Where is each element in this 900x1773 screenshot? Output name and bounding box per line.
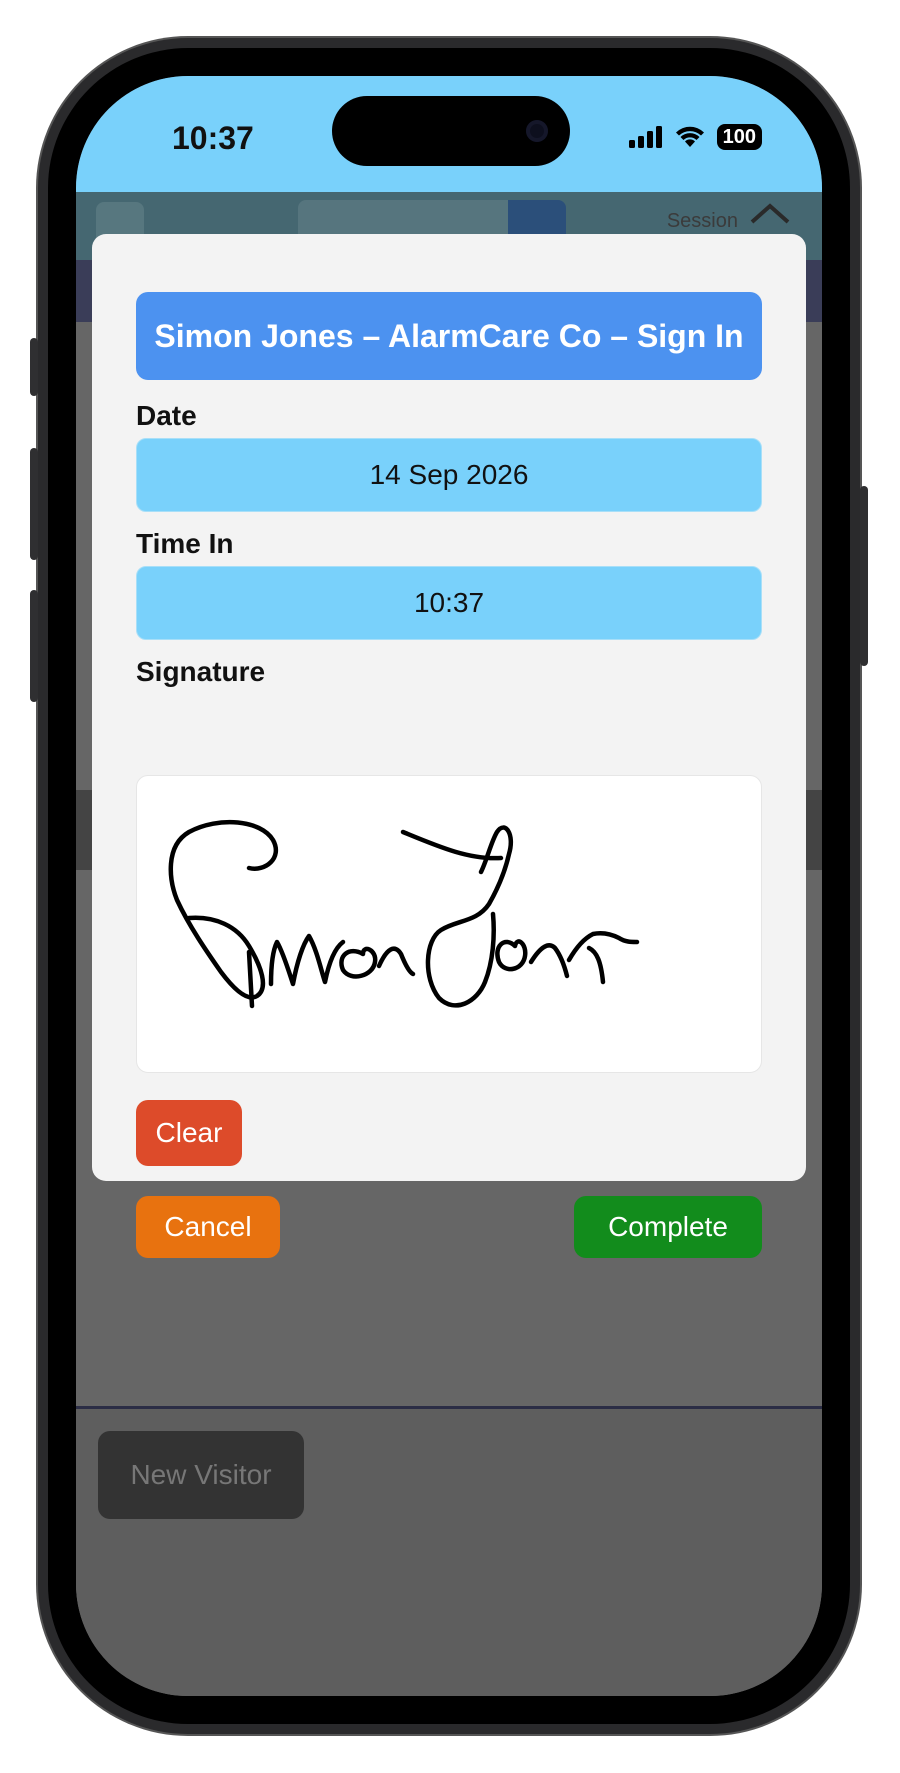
cellular-signal-icon bbox=[628, 126, 662, 148]
status-icons: 100 bbox=[628, 124, 762, 150]
screen: 10:37 100 Session New Visitor Simon Jone… bbox=[76, 76, 822, 1696]
dynamic-island bbox=[332, 96, 570, 166]
volume-up-button bbox=[30, 448, 38, 560]
battery-icon: 100 bbox=[716, 124, 762, 150]
wifi-icon bbox=[675, 126, 704, 147]
status-bar: 10:37 100 bbox=[76, 76, 822, 192]
signature-pad[interactable] bbox=[136, 775, 762, 1073]
phone-frame: 10:37 100 Session New Visitor Simon Jone… bbox=[30, 38, 868, 1734]
new-visitor-button: New Visitor bbox=[98, 1431, 304, 1519]
sign-in-modal: Simon Jones – AlarmCare Co – Sign In Dat… bbox=[92, 234, 806, 1258]
volume-down-button bbox=[30, 590, 38, 702]
complete-button[interactable]: Complete bbox=[574, 1196, 762, 1258]
date-label: Date bbox=[136, 400, 197, 431]
session-label: Session bbox=[666, 210, 738, 232]
camera-icon bbox=[526, 120, 548, 142]
date-field[interactable]: 14 Sep 2026 bbox=[136, 438, 762, 512]
cancel-button[interactable]: Cancel bbox=[136, 1196, 280, 1258]
time-in-field[interactable]: 10:37 bbox=[136, 566, 762, 640]
time-in-label: Time In bbox=[136, 528, 234, 559]
action-button bbox=[30, 338, 38, 396]
clear-button[interactable]: Clear bbox=[136, 1100, 242, 1166]
modal-title: Simon Jones – AlarmCare Co – Sign In bbox=[136, 292, 762, 380]
power-button bbox=[860, 486, 868, 666]
signature-drawing bbox=[168, 819, 640, 1009]
signature-label: Signature bbox=[136, 656, 266, 687]
status-time: 10:37 bbox=[172, 120, 254, 156]
